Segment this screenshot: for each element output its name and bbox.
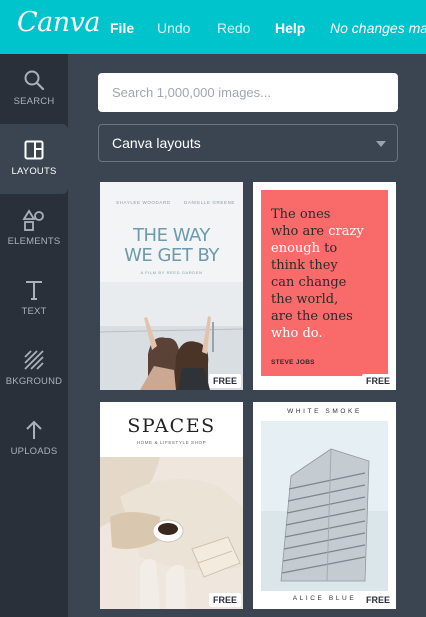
quote-text: The ones who are crazy enough to think t… xyxy=(271,206,386,342)
credit-left: SHAYLEE WOODARD xyxy=(116,200,171,205)
sidebar-label-background: BKGROUND xyxy=(5,376,63,387)
background-icon xyxy=(24,350,44,370)
search-icon xyxy=(24,70,45,91)
quote-highlight: who do. xyxy=(271,326,323,341)
menu-file[interactable]: File xyxy=(110,20,134,36)
white-smoke-title: WHITE SMOKE xyxy=(287,408,362,415)
save-status: No changes made xyxy=(330,20,426,36)
layout-card-spaces[interactable]: SPACES HOME & LIFESTYLE SHOP FREE xyxy=(100,402,243,609)
cozy-coffee-photo xyxy=(100,457,243,609)
sidebar: SEARCH LAYOUTS ELEMENTS TEXT BKGROUND UP… xyxy=(0,54,68,617)
film-title-line1: THE WAY xyxy=(133,225,210,246)
spaces-subtitle: HOME & LIFESTYLE SHOP xyxy=(136,440,207,445)
layout-card-quote[interactable]: The ones who are crazy enough to think t… xyxy=(253,182,396,390)
skyscraper-photo xyxy=(261,421,388,591)
quote-highlight: enough xyxy=(271,241,320,256)
quote-word: who are xyxy=(271,224,329,239)
credit-right: DANIELLE GREENE xyxy=(184,200,236,205)
film-title: THE WAY WE GET BY xyxy=(100,226,243,266)
sidebar-label-uploads: UPLOADS xyxy=(10,446,58,457)
canva-logo[interactable]: Canva xyxy=(17,7,101,38)
free-badge: FREE xyxy=(208,374,241,388)
menu-redo[interactable]: Redo xyxy=(217,20,250,36)
film-subtitle: A FILM BY REED GARDEN xyxy=(140,270,203,275)
layouts-panel: Canva layouts SHAYLEE WOODARD DANIELLE G… xyxy=(68,54,426,617)
sidebar-item-text[interactable]: TEXT xyxy=(0,264,68,334)
film-title-line2: WE GET BY xyxy=(124,245,219,266)
top-bar: Canva File Undo Redo Help No changes mad… xyxy=(0,0,426,54)
sidebar-label-text: TEXT xyxy=(21,306,47,317)
sidebar-item-background[interactable]: BKGROUND xyxy=(0,334,68,404)
chevron-down-icon xyxy=(376,141,386,147)
layout-category-select[interactable]: Canva layouts xyxy=(98,124,398,162)
quote-word: can change xyxy=(271,275,347,290)
layout-card-the-way-we-get-by[interactable]: SHAYLEE WOODARD DANIELLE GREENE THE WAY … xyxy=(100,182,243,390)
elements-icon xyxy=(22,209,44,231)
spaces-title: SPACES xyxy=(127,415,216,437)
sidebar-item-search[interactable]: SEARCH xyxy=(0,54,68,124)
quote-word: The ones xyxy=(271,207,331,222)
menu-undo[interactable]: Undo xyxy=(157,20,190,36)
text-icon xyxy=(26,281,42,300)
quote-author: STEVE JOBS xyxy=(271,359,315,366)
free-badge: FREE xyxy=(361,593,394,607)
free-badge: FREE xyxy=(361,374,394,388)
quote-word: are the ones xyxy=(271,309,353,324)
sidebar-label-search: SEARCH xyxy=(13,96,55,107)
quote-word: to xyxy=(319,241,338,256)
quote-word: the world, xyxy=(271,292,339,307)
sidebar-item-uploads[interactable]: UPLOADS xyxy=(0,404,68,474)
layout-card-white-smoke[interactable]: WHITE SMOKE ALICE BLUE FREE xyxy=(253,402,396,609)
quote-word: think they xyxy=(271,258,338,273)
sidebar-item-elements[interactable]: ELEMENTS xyxy=(0,194,68,264)
uploads-icon xyxy=(26,420,42,439)
quote-background: The ones who are crazy enough to think t… xyxy=(261,190,388,376)
free-badge: FREE xyxy=(208,593,241,607)
image-search-input[interactable] xyxy=(98,73,398,112)
sidebar-item-layouts[interactable]: LAYOUTS xyxy=(0,124,68,194)
sidebar-label-elements: ELEMENTS xyxy=(7,236,61,247)
sidebar-label-layouts: LAYOUTS xyxy=(11,166,57,177)
layouts-icon xyxy=(24,140,44,160)
quote-highlight: crazy xyxy=(328,224,364,239)
layout-category-value: Canva layouts xyxy=(112,135,201,151)
menu-help[interactable]: Help xyxy=(275,20,305,36)
